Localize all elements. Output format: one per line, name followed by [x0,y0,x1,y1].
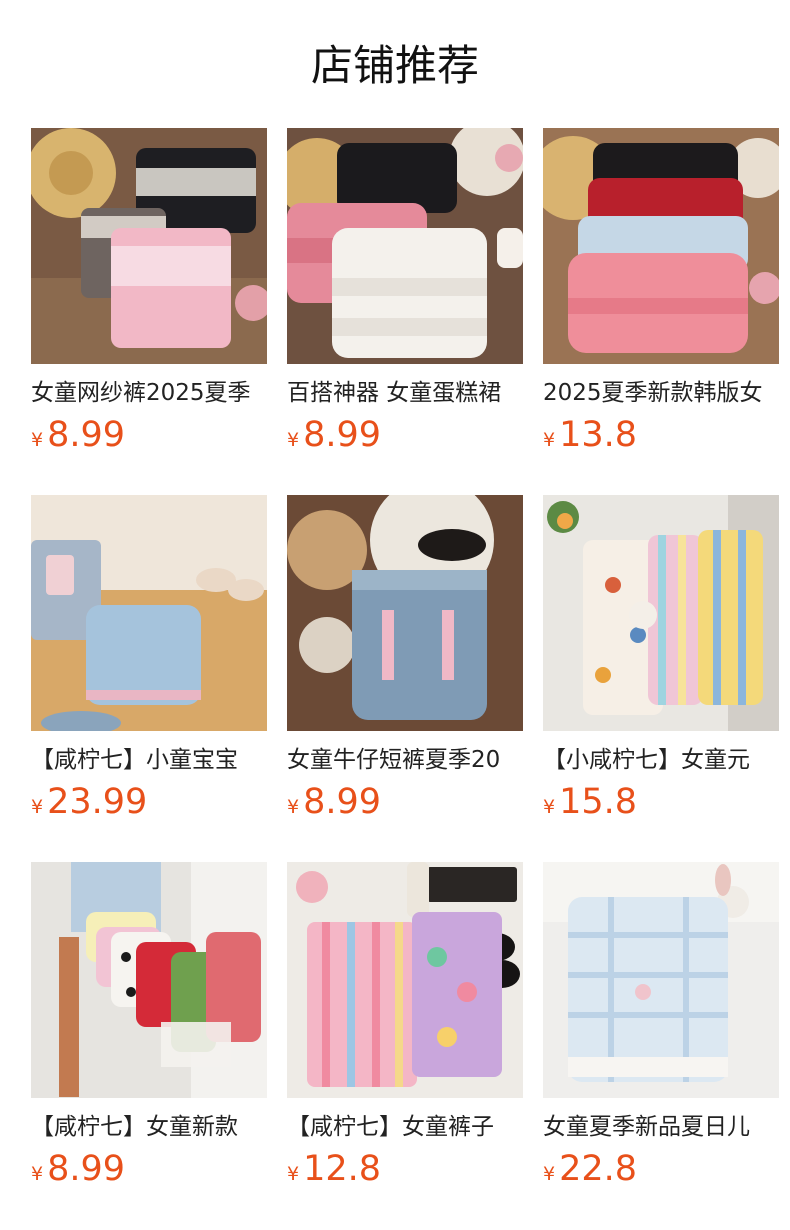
currency-symbol: ¥ [287,429,300,451]
product-card[interactable]: 【咸柠七】女童裤子 ¥12.8 [287,862,523,1191]
price-value: 8.99 [303,782,382,822]
product-card[interactable]: 女童夏季新品夏日儿 ¥22.8 [543,862,779,1191]
product-photo-denim-shorts [31,495,267,731]
product-card[interactable]: 百搭神器 女童蛋糕裙 ¥8.99 [287,128,523,457]
product-image[interactable] [31,495,267,731]
product-name[interactable]: 女童网纱裤2025夏季 [31,377,267,409]
product-image[interactable] [287,495,523,731]
price-value: 12.8 [303,1149,382,1189]
product-image[interactable] [287,128,523,364]
product-image[interactable] [543,862,779,1098]
product-name[interactable]: 【咸柠七】小童宝宝 [31,744,267,776]
currency-symbol: ¥ [543,429,556,451]
product-price: ¥8.99 [31,1147,267,1191]
product-price: ¥22.8 [543,1147,779,1191]
price-value: 22.8 [559,1149,638,1189]
currency-symbol: ¥ [287,796,300,818]
page-title: 店铺推荐 [310,41,479,90]
product-price: ¥13.8 [543,413,779,457]
currency-symbol: ¥ [31,429,44,451]
price-value: 8.99 [47,1149,126,1189]
product-image[interactable] [31,862,267,1098]
product-name[interactable]: 女童夏季新品夏日儿 [543,1111,779,1143]
product-photo-printed-pants [543,495,779,731]
product-image[interactable] [543,128,779,364]
price-value: 15.8 [559,782,638,822]
price-value: 8.99 [303,415,382,455]
product-name[interactable]: 百搭神器 女童蛋糕裙 [287,377,523,409]
product-card[interactable]: 【咸柠七】小童宝宝 ¥23.99 [31,495,267,824]
product-price: ¥23.99 [31,780,267,824]
product-price: ¥15.8 [543,780,779,824]
product-card[interactable]: 2025夏季新款韩版女 ¥13.8 [543,128,779,457]
product-name[interactable]: 【咸柠七】女童裤子 [287,1111,523,1143]
product-card[interactable]: 女童网纱裤2025夏季 ¥8.99 [31,128,267,457]
product-name[interactable]: 2025夏季新款韩版女 [543,377,779,409]
product-photo-plaid-pants [543,862,779,1098]
product-card[interactable]: 【小咸柠七】女童元 ¥15.8 [543,495,779,824]
product-photo-bloomer-pants [31,862,267,1098]
product-image[interactable] [287,862,523,1098]
product-photo-bow-skort [543,128,779,364]
currency-symbol: ¥ [31,796,44,818]
product-photo-lace-shorts [31,128,267,364]
product-photo-ribbon-denim-shorts [287,495,523,731]
currency-symbol: ¥ [287,1163,300,1185]
price-value: 8.99 [47,415,126,455]
price-value: 23.99 [47,782,148,822]
product-name[interactable]: 【小咸柠七】女童元 [543,744,779,776]
product-image[interactable] [31,128,267,364]
product-photo-striped-pants [287,862,523,1098]
product-name[interactable]: 女童牛仔短裤夏季20 [287,744,523,776]
product-image[interactable] [543,495,779,731]
price-value: 13.8 [559,415,638,455]
product-price: ¥8.99 [287,413,523,457]
product-price: ¥8.99 [31,413,267,457]
currency-symbol: ¥ [543,796,556,818]
currency-symbol: ¥ [543,1163,556,1185]
currency-symbol: ¥ [31,1163,44,1185]
product-card[interactable]: 【咸柠七】女童新款 ¥8.99 [31,862,267,1191]
product-card[interactable]: 女童牛仔短裤夏季20 ¥8.99 [287,495,523,824]
product-price: ¥12.8 [287,1147,523,1191]
product-photo-cake-skirt [287,128,523,364]
product-price: ¥8.99 [287,780,523,824]
product-name[interactable]: 【咸柠七】女童新款 [31,1111,267,1143]
